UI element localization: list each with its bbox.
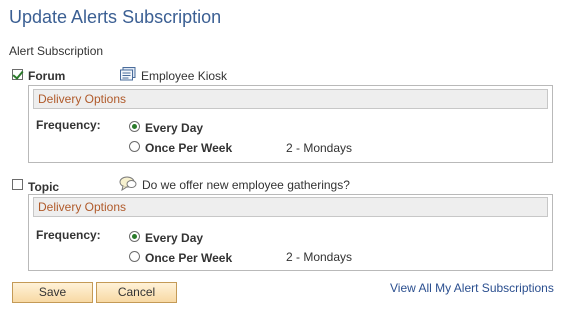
section-label: Alert Subscription <box>9 44 104 58</box>
frequency-label: Frequency: <box>36 118 101 132</box>
every-day-label: Every Day <box>145 121 204 135</box>
save-button[interactable]: Save <box>12 282 93 303</box>
delivery-options-title: Delivery Options <box>38 200 127 214</box>
every-day-radio[interactable] <box>129 231 140 242</box>
speech-bubble-icon <box>119 176 137 196</box>
every-day-label: Every Day <box>145 231 204 245</box>
once-per-week-label: Once Per Week <box>145 251 233 265</box>
once-per-week-radio[interactable] <box>129 251 140 262</box>
view-all-subscriptions-link[interactable]: View All My Alert Subscriptions <box>390 281 554 295</box>
once-per-week-label: Once Per Week <box>145 141 233 155</box>
topic-name: Do we offer new employee gatherings? <box>142 178 350 192</box>
delivery-options-title: Delivery Options <box>38 92 127 106</box>
delivery-options-header: Delivery Options <box>33 197 548 217</box>
forum-label: Forum <box>28 69 66 83</box>
forum-checkbox[interactable] <box>12 69 23 80</box>
topic-label: Topic <box>28 180 60 194</box>
once-per-week-radio[interactable] <box>129 141 140 152</box>
every-day-radio[interactable] <box>129 121 140 132</box>
forum-icon <box>120 67 136 86</box>
week-day-value: 2 - Mondays <box>286 250 353 264</box>
forum-name: Employee Kiosk <box>141 69 228 83</box>
page-title: Update Alerts Subscription <box>9 7 222 27</box>
delivery-options-header: Delivery Options <box>33 89 548 109</box>
topic-checkbox[interactable] <box>12 179 23 190</box>
cancel-button[interactable]: Cancel <box>96 282 177 303</box>
frequency-label: Frequency: <box>36 228 101 242</box>
week-day-value: 2 - Mondays <box>286 141 353 155</box>
